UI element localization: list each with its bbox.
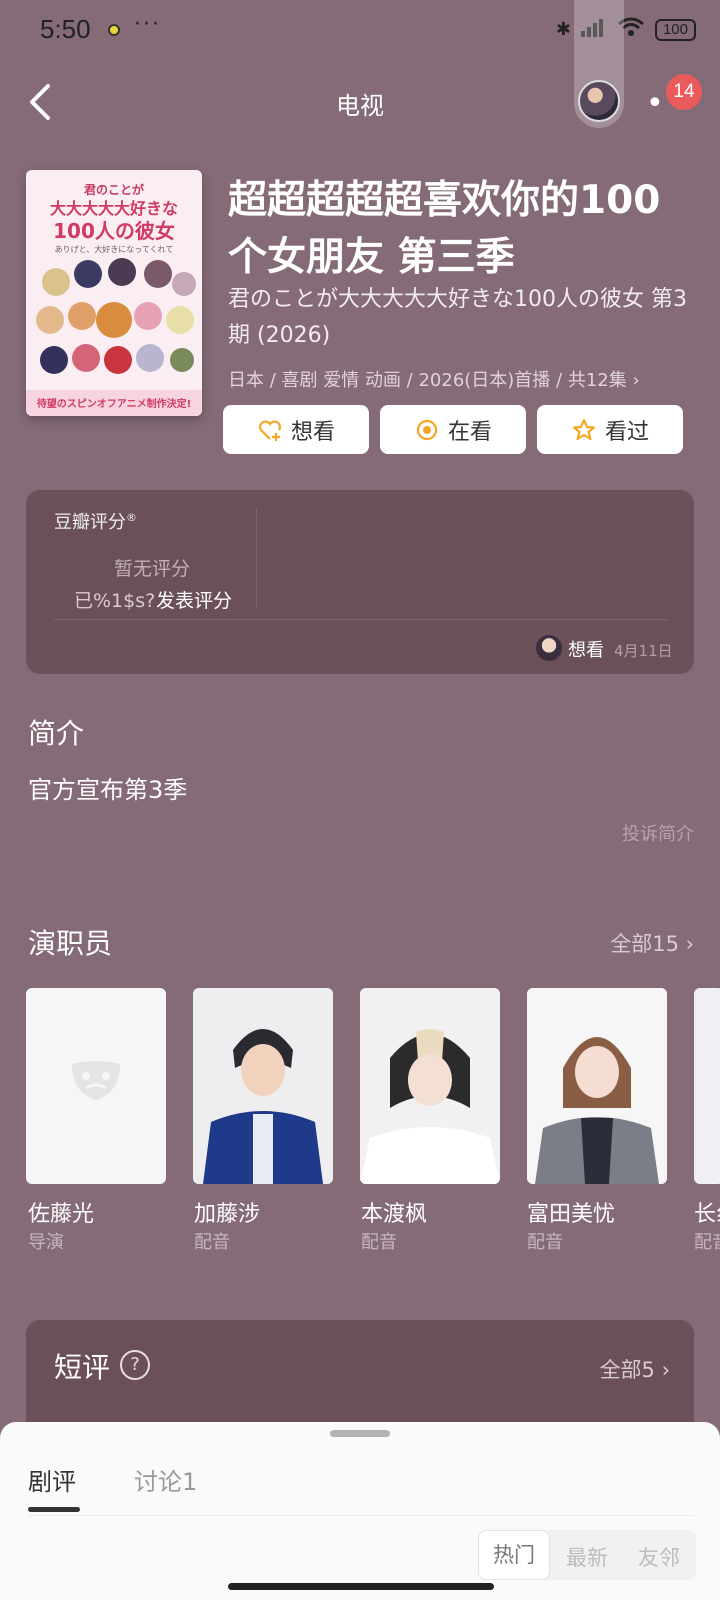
- tab-reviews[interactable]: 剧评: [28, 1462, 76, 1497]
- sort-latest-button[interactable]: 最新: [566, 1542, 608, 1572]
- svg-text:ありげと、大好きになってくれて: ありげと、大好きになってくれて: [55, 244, 174, 254]
- cast-name[interactable]: 长纟: [694, 1196, 720, 1228]
- report-intro-link[interactable]: 投诉简介: [622, 820, 694, 846]
- status-time: 5:50: [40, 14, 91, 44]
- watching-label: 在看: [447, 419, 492, 445]
- notification-badge[interactable]: 14: [666, 74, 702, 110]
- cast-photo-placeholder[interactable]: [26, 988, 166, 1184]
- cast-photo[interactable]: [193, 988, 333, 1184]
- theater-mask-icon: [72, 1061, 120, 1100]
- intro-text: 官方宣布第3季: [28, 776, 188, 804]
- poster-image[interactable]: 君のことが 大大大大大好きな 100人の彼女 ありげと、大好きになってくれて 待…: [26, 170, 202, 416]
- cast-role: 配音: [361, 1232, 397, 1253]
- short-review-all-link[interactable]: 全部5 ›: [600, 1354, 670, 1384]
- home-indicator[interactable]: [228, 1583, 494, 1590]
- cast-name[interactable]: 富田美忧: [527, 1196, 615, 1228]
- bluetooth-icon: ✱: [555, 19, 571, 40]
- svg-text:君のことが: 君のことが: [83, 182, 144, 197]
- want-to-watch-label: 想看: [290, 419, 335, 445]
- original-title: 君のことが大大大大大好きな100人の彼女 第3期 (2026): [228, 287, 687, 348]
- divider: [28, 1515, 694, 1516]
- rating-label: 豆瓣评分®: [54, 511, 137, 533]
- avatar[interactable]: [578, 80, 620, 122]
- watched-label: 看过: [604, 419, 649, 445]
- watched-button[interactable]: 看过: [537, 405, 683, 454]
- cast-role: 配音: [527, 1232, 563, 1253]
- heart-plus-icon: [259, 420, 281, 441]
- help-icon[interactable]: ?: [120, 1350, 150, 1380]
- cast-photo[interactable]: [694, 988, 720, 1184]
- write-rating-link[interactable]: 发表评分: [156, 586, 232, 613]
- tab-discussion[interactable]: 讨论1: [134, 1462, 197, 1497]
- status-more-icon: ···: [134, 12, 161, 37]
- user-avatar: [536, 635, 562, 661]
- cast-heading: 演职员: [28, 927, 113, 960]
- star-icon: [572, 418, 596, 440]
- short-review-heading: 短评: [54, 1351, 111, 1384]
- mark-status: 想看: [568, 640, 604, 661]
- sort-hot-button[interactable]: 热门: [478, 1530, 550, 1580]
- cast-role: 配音: [694, 1232, 720, 1253]
- app-notification-icon: [108, 24, 120, 36]
- battery-icon: 100: [654, 18, 696, 41]
- show-meta[interactable]: 日本 / 喜剧 爱情 动画 / 2026(日本)首播 / 共12集 ›: [228, 366, 698, 392]
- cast-name[interactable]: 佐藤光: [28, 1196, 94, 1228]
- divider: [256, 508, 257, 608]
- show-title: 超超超超超喜欢你的100个女朋友 第三季: [228, 178, 661, 280]
- drag-handle[interactable]: [330, 1430, 390, 1437]
- cast-photo[interactable]: [527, 988, 667, 1184]
- target-icon: [416, 419, 438, 440]
- svg-text:待望のスピンオフアニメ制作決定!: 待望のスピンオフアニメ制作決定!: [37, 397, 191, 410]
- active-tab-indicator: [28, 1507, 80, 1512]
- rating-prompt: 已%1$s?: [74, 590, 156, 612]
- watching-button[interactable]: 在看: [380, 405, 526, 454]
- cast-all-link[interactable]: 全部15 ›: [610, 928, 694, 958]
- intro-heading: 简介: [28, 717, 85, 750]
- svg-text:100人の彼女: 100人の彼女: [53, 219, 175, 243]
- no-rating-text: 暂无评分: [114, 558, 191, 580]
- divider: [54, 619, 668, 620]
- sort-friends-button[interactable]: 友邻: [638, 1542, 680, 1572]
- cast-name[interactable]: 加藤涉: [194, 1196, 260, 1228]
- svg-text:大大大大大好きな: 大大大大大好きな: [50, 199, 178, 218]
- cast-photo[interactable]: [360, 988, 500, 1184]
- cast-role: 导演: [28, 1232, 64, 1253]
- cast-role: 配音: [194, 1232, 230, 1253]
- cast-name[interactable]: 本渡枫: [361, 1196, 427, 1228]
- want-to-watch-button[interactable]: 想看: [223, 405, 369, 454]
- mark-date: 4月11日: [614, 642, 673, 660]
